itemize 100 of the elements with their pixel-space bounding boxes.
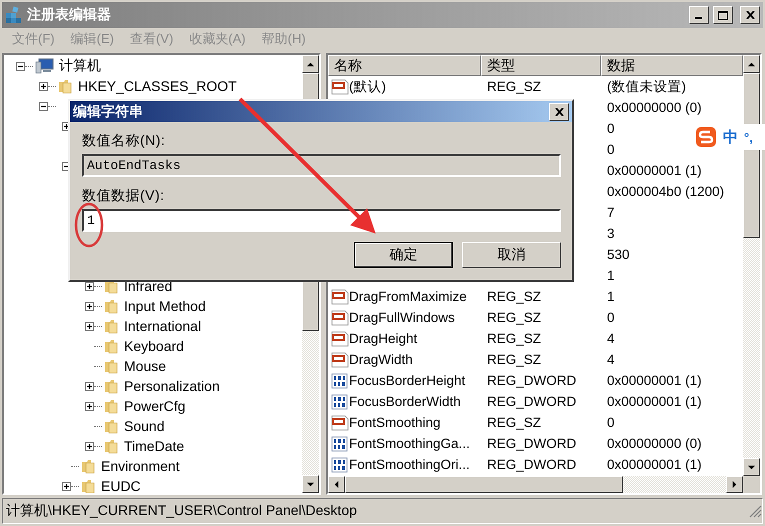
- tree-item[interactable]: Infrared: [124, 278, 172, 294]
- tree-item[interactable]: Sound: [124, 418, 164, 434]
- tree-item[interactable]: HKEY_CLASSES_ROOT: [78, 78, 237, 94]
- value-name[interactable]: DragFullWindows: [349, 310, 455, 325]
- expand-icon[interactable]: [85, 322, 94, 330]
- tree-item[interactable]: Environment: [101, 458, 180, 474]
- tree-item[interactable]: International: [124, 318, 202, 334]
- expand-icon[interactable]: [85, 282, 94, 290]
- column-header[interactable]: 名称: [328, 55, 481, 76]
- tree-item[interactable]: PowerCfg: [124, 398, 186, 414]
- value-data: 0x00000001 (1): [607, 373, 702, 388]
- field-label: 数值数据(V):: [82, 187, 166, 205]
- value-name[interactable]: DragHeight: [349, 331, 418, 346]
- collapse-icon[interactable]: [16, 62, 25, 70]
- input-method-logo-icon: [695, 126, 717, 148]
- string-value-icon: [331, 78, 349, 94]
- value-type: REG_SZ: [487, 331, 542, 346]
- value-name[interactable]: DragFromMaximize: [349, 289, 467, 304]
- folder-icon: [104, 338, 120, 354]
- scrollbar[interactable]: [743, 55, 760, 476]
- value-name[interactable]: FocusBorderWidth: [349, 394, 461, 409]
- input-field[interactable]: AutoEndTasks: [82, 154, 561, 177]
- string-value-icon: [331, 310, 349, 326]
- value-name[interactable]: FocusBorderHeight: [349, 373, 466, 388]
- up-arrow-icon: [307, 60, 314, 68]
- close-button[interactable]: [549, 102, 569, 120]
- value-name[interactable]: DragWidth: [349, 352, 413, 367]
- punctuation-mode[interactable]: °,: [744, 130, 753, 144]
- value-data: 7: [607, 205, 615, 220]
- status-path: 计算机\HKEY_CURRENT_USER\Control Panel\Desktop: [6, 502, 358, 520]
- folder-icon: [81, 478, 97, 493]
- value-data: 0: [607, 310, 615, 325]
- tree-item[interactable]: 计算机: [59, 57, 101, 75]
- expand-icon[interactable]: [39, 82, 48, 90]
- scroll-up-button[interactable]: [302, 55, 319, 73]
- left-arrow-icon: [333, 481, 340, 488]
- input-mode[interactable]: 中: [723, 128, 738, 146]
- collapse-icon[interactable]: [39, 102, 48, 110]
- close-button[interactable]: [740, 6, 760, 24]
- folder-icon: [104, 358, 120, 374]
- value-data: 0x00000001 (1): [607, 394, 702, 409]
- value-data: 0: [607, 415, 615, 430]
- scrollbar-corner: [743, 476, 760, 493]
- folder-icon: [58, 78, 74, 94]
- expand-icon[interactable]: [85, 442, 94, 450]
- annotation-ellipse: [74, 202, 104, 248]
- column-header[interactable]: 类型: [481, 55, 601, 76]
- dialog-button[interactable]: 确定: [354, 242, 453, 268]
- down-arrow-icon: [748, 464, 755, 470]
- value-data: (数值未设置): [607, 78, 686, 96]
- scroll-down-button[interactable]: [743, 458, 760, 476]
- value-data: 3: [607, 226, 615, 241]
- value-name[interactable]: FontSmoothingGa...: [349, 436, 470, 451]
- string-value-icon: [331, 330, 349, 346]
- scrollbar-thumb[interactable]: [345, 476, 623, 493]
- string-value-icon: [331, 352, 349, 368]
- value-name[interactable]: FontSmoothing: [349, 415, 441, 430]
- string-value-icon: [331, 414, 349, 430]
- folder-icon: [104, 378, 120, 394]
- tree-item[interactable]: Mouse: [124, 358, 166, 374]
- tree-item[interactable]: TimeDate: [124, 438, 184, 454]
- input-method-popup-menu[interactable]: 中 °,: [693, 124, 765, 150]
- down-arrow-icon: [307, 480, 314, 488]
- up-arrow-icon: [748, 60, 755, 68]
- close-icon: [554, 108, 564, 116]
- resize-grip-icon[interactable]: [748, 504, 762, 518]
- folder-icon: [104, 298, 120, 314]
- dialog-button[interactable]: 取消: [462, 242, 561, 268]
- expand-icon[interactable]: [85, 402, 94, 410]
- minimize-button[interactable]: [689, 6, 709, 24]
- expand-icon[interactable]: [85, 302, 94, 310]
- value-name[interactable]: FontSmoothingOri...: [349, 457, 470, 472]
- value-type: REG_DWORD: [487, 394, 576, 409]
- horizontal-scrollbar[interactable]: [328, 476, 760, 493]
- scroll-down-button[interactable]: [302, 475, 319, 493]
- value-data: 0x00000001 (1): [607, 163, 702, 178]
- value-data: 0: [607, 121, 615, 136]
- scroll-right-button[interactable]: [726, 476, 743, 493]
- tree-item[interactable]: Keyboard: [124, 338, 184, 354]
- value-data: 0x00000001 (1): [607, 457, 702, 472]
- value-name[interactable]: (默认): [349, 78, 386, 96]
- scroll-left-button[interactable]: [328, 476, 345, 493]
- tree-item[interactable]: Input Method: [124, 298, 206, 314]
- maximize-button[interactable]: [713, 6, 733, 24]
- expand-icon[interactable]: [85, 382, 94, 390]
- expand-icon[interactable]: [62, 482, 71, 490]
- value-data: 4: [607, 352, 615, 367]
- tree-item[interactable]: EUDC: [101, 478, 141, 493]
- folder-icon: [104, 398, 120, 414]
- value-data: 0: [607, 142, 615, 157]
- input-field[interactable]: 1: [82, 209, 561, 232]
- value-type: REG_SZ: [487, 415, 542, 430]
- folder-icon: [104, 318, 120, 334]
- scroll-up-button[interactable]: [743, 55, 760, 73]
- column-header[interactable]: 数据: [601, 55, 743, 76]
- maximize-icon: [718, 10, 728, 20]
- binary-value-icon: [331, 394, 349, 410]
- value-type: REG_SZ: [487, 310, 542, 325]
- tree-item[interactable]: Personalization: [124, 378, 220, 394]
- value-data: 0x00000000 (0): [607, 100, 702, 115]
